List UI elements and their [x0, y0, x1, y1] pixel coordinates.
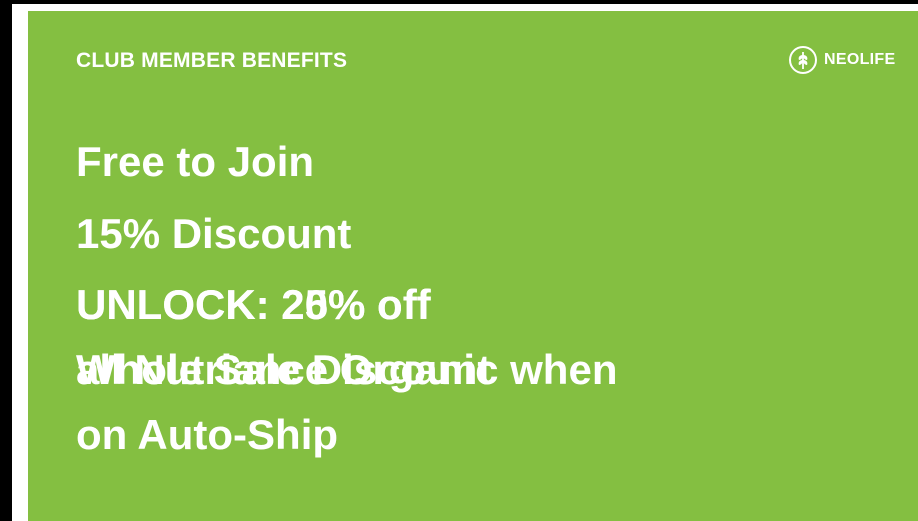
- overlap-line-autoship: on Auto-Ship: [76, 411, 339, 458]
- brand-logo: NEOLIFE: [788, 43, 895, 77]
- brand-name: NEOLIFE: [824, 51, 896, 68]
- benefit-free-to-join: Free to Join: [76, 138, 315, 185]
- slide-frame: CLUB MEMBER BENEFITS NEOLIFE Free to Joi…: [0, 0, 918, 521]
- benefit-unlock-25: UNLOCK: 25% off: [76, 281, 431, 328]
- benefit-15-discount: 15% Discount: [76, 210, 352, 257]
- slide-header-title: CLUB MEMBER BENEFITS: [76, 49, 348, 72]
- benefits-slide: CLUB MEMBER BENEFITS NEOLIFE Free to Joi…: [28, 11, 918, 521]
- leaf-circle-icon: [789, 46, 817, 74]
- overlap-line-nutriance: all Nutriance Organic when: [76, 346, 618, 393]
